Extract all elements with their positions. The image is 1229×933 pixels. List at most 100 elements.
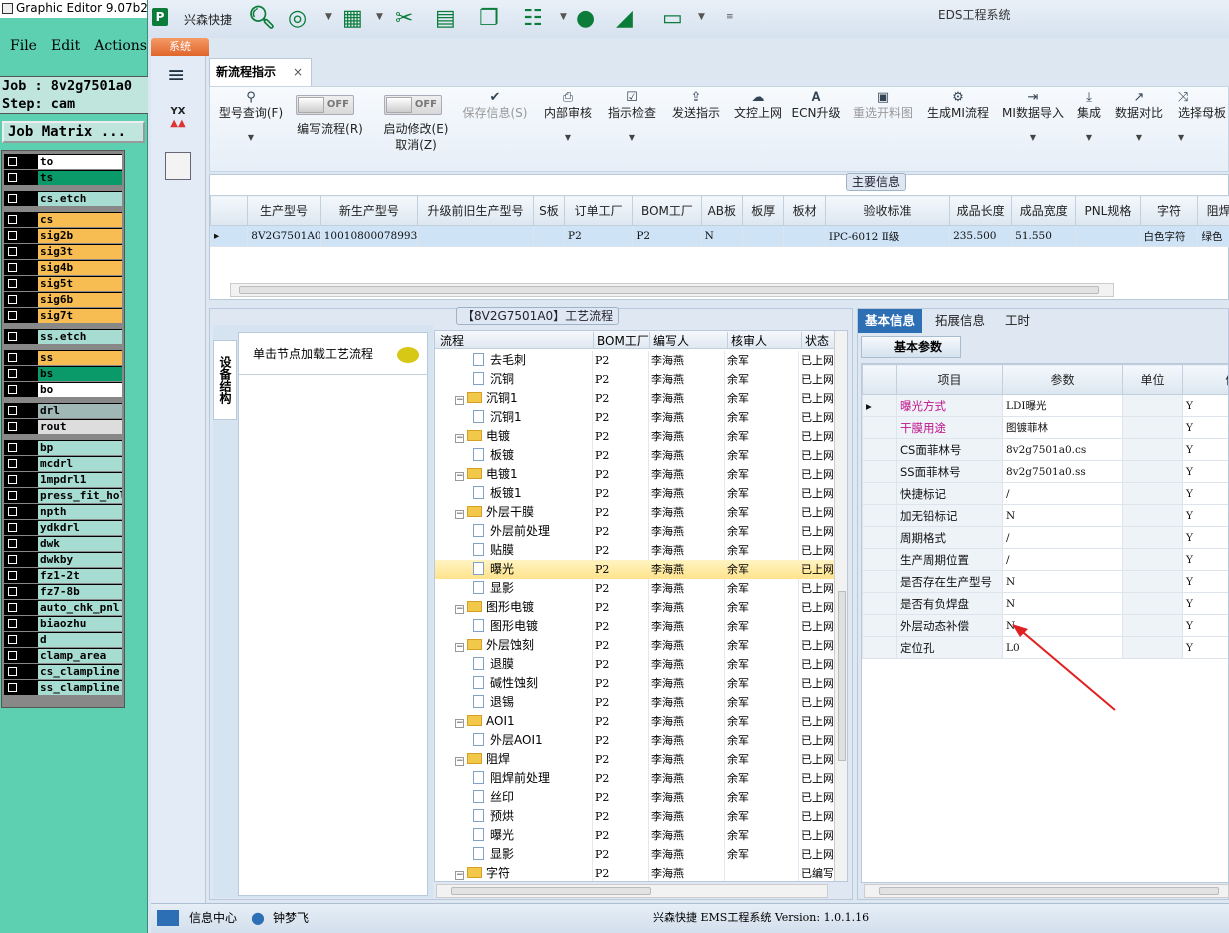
param-value[interactable]: / [1002,482,1123,505]
chevron-down-icon[interactable]: ▼ [376,12,383,22]
layer-row[interactable]: sig5t [4,276,122,291]
monitor-icon[interactable]: ▭ [662,6,683,32]
layer-checkbox[interactable] [8,263,17,272]
reselect-cutting-button[interactable]: ▣ 重选开料图 [848,87,918,121]
calculator-icon[interactable] [165,152,191,180]
param-value[interactable]: N [1002,504,1123,527]
layer-checkbox[interactable] [8,555,17,564]
data-compare-button[interactable]: ↗ 数据对比 ▼ [1112,87,1166,145]
tree-node[interactable]: 显影 [473,579,514,598]
layer-checkbox[interactable] [8,475,17,484]
scissors-icon[interactable]: ✂ [395,6,413,32]
layer-checkbox[interactable] [8,667,17,676]
layer-checkbox[interactable] [8,459,17,468]
column-header[interactable]: 成品长度 [949,195,1013,226]
layer-checkbox[interactable] [8,231,17,240]
column-header[interactable]: 升级前旧生产型号 [417,195,534,226]
tree-node[interactable]: − AOI1 [455,712,515,731]
tree-node[interactable]: 阻焊前处理 [473,769,550,788]
close-icon[interactable]: × [293,59,303,85]
layer-row[interactable]: mcdrl [4,456,122,471]
layer-row[interactable]: cs [4,212,122,227]
user-icon[interactable]: ● [576,6,595,32]
tree-row[interactable]: 曝光 P2 李海燕 余军 已上网 [435,560,835,579]
layer-checkbox[interactable] [8,523,17,532]
cancel-button[interactable]: 取消(Z) [376,138,456,153]
table-row[interactable]: ▸ 曝光方式 LDI曝光 Y [862,394,1228,417]
tree-row[interactable]: 曝光 P2 李海燕 余军 已上网 [435,826,835,845]
mi-import-button[interactable]: ⇥ MI数据导入 ▼ [1000,87,1066,145]
column-header[interactable]: S板 [532,195,566,226]
layer-checkbox[interactable] [8,619,17,628]
menu-edit[interactable]: Edit [51,38,80,54]
tree-node[interactable]: 沉铜 [473,370,514,389]
layer-row[interactable]: biaozhu [4,616,122,631]
layer-row[interactable]: drl [4,403,122,418]
layer-row[interactable]: ss [4,350,122,365]
integrate-button[interactable]: ⤓ 集成 ▼ [1072,87,1106,145]
customize-icon[interactable]: ≡ [726,12,734,22]
tree-row[interactable]: − 阻焊 P2 李海燕 余军 已上网 [435,750,835,769]
tree-node[interactable]: 板镀1 [473,484,522,503]
tree-row[interactable]: 阻焊前处理 P2 李海燕 余军 已上网 [435,769,835,788]
collapse-icon[interactable]: − [455,871,464,880]
table-row[interactable]: 生产周期位置 / Y [862,548,1228,571]
select-mother-board-button[interactable]: ⤨ 选择母板 ▼ [1172,87,1228,145]
layer-row[interactable]: sig2b [4,228,122,243]
menu-actions[interactable]: Actions [94,38,147,54]
layer-row[interactable]: bp [4,440,122,455]
table-row[interactable]: 是否有负焊盘 N Y [862,592,1228,615]
layer-checkbox[interactable] [8,353,17,362]
tree-node[interactable]: − 外层蚀刻 [455,636,534,655]
layer-row[interactable]: ss.etch [4,329,122,344]
tree-node[interactable]: − 电镀1 [455,465,518,484]
generate-mi-button[interactable]: ⚙ 生成MI流程 [924,87,992,121]
tree-row[interactable]: 丝印 P2 李海燕 余军 已上网 [435,788,835,807]
tree-row[interactable]: − 字符 P2 李海燕 已编写 [435,864,835,881]
instruction-check-button[interactable]: ☑ 指示检查 ▼ [604,87,660,145]
tree-row[interactable]: − 外层干膜 P2 李海燕 余军 已上网 [435,503,835,522]
tree-node[interactable]: − 电镀 [455,427,510,446]
tree-node[interactable]: 沉铜1 [473,408,522,427]
tree-row[interactable]: 退膜 P2 李海燕 余军 已上网 [435,655,835,674]
tree-row[interactable]: 显影 P2 李海燕 余军 已上网 [435,579,835,598]
tree-node[interactable]: 预烘 [473,807,514,826]
tree-node[interactable]: 外层前处理 [473,522,550,541]
search-icon[interactable]: 🔍︎ [248,6,276,32]
search-model-button[interactable]: ⚲ 型号查询(F) ▼ [216,87,286,145]
collapse-icon[interactable]: − [455,719,464,728]
column-header[interactable]: 流程 [437,332,587,349]
layer-checkbox[interactable] [8,422,17,431]
tree-row[interactable]: 图形电镀 P2 李海燕 余军 已上网 [435,617,835,636]
tree-node[interactable]: 板镀 [473,446,514,465]
layer-row[interactable]: ss_clampline [4,680,122,695]
save-info-button[interactable]: ✔ 保存信息(S) [458,87,532,121]
tree-node[interactable]: 外层AOI1 [473,731,543,750]
tree-node[interactable]: 曝光 [473,560,514,579]
layer-checkbox[interactable] [8,279,17,288]
param-value[interactable]: / [1002,548,1123,571]
column-header[interactable]: 板材 [783,195,826,226]
tree-row[interactable]: − AOI1 P2 李海燕 余军 已上网 [435,712,835,731]
tree-node[interactable]: − 字符 [455,864,510,881]
column-header[interactable]: 成品宽度 [1011,195,1077,226]
tree-row[interactable]: − 图形电镀 P2 李海燕 余军 已上网 [435,598,835,617]
layer-checkbox[interactable] [8,539,17,548]
layer-row[interactable]: d [4,632,122,647]
table-row[interactable]: 快捷标记 / Y [862,482,1228,505]
layer-checkbox[interactable] [8,571,17,580]
tree-node[interactable]: 贴膜 [473,541,514,560]
layer-row[interactable]: press_fit_hole [4,488,122,503]
tree-row[interactable]: 贴膜 P2 李海燕 余军 已上网 [435,541,835,560]
info-center-label[interactable]: 信息中心 [189,904,237,932]
tree-node[interactable]: 曝光 [473,826,514,845]
layer-checkbox[interactable] [8,635,17,644]
tree-row[interactable]: 板镀 P2 李海燕 余军 已上网 [435,446,835,465]
param-value[interactable]: N [1002,570,1123,593]
layer-row[interactable]: clamp_area [4,648,122,663]
params-hscroll[interactable] [864,884,1229,898]
param-value[interactable]: 8v2g7501a0.cs [1002,438,1123,461]
column-header[interactable]: 修改 [1182,364,1228,395]
column-header[interactable]: 生产型号 [247,195,321,226]
tree-node[interactable]: − 图形电镀 [455,598,534,617]
